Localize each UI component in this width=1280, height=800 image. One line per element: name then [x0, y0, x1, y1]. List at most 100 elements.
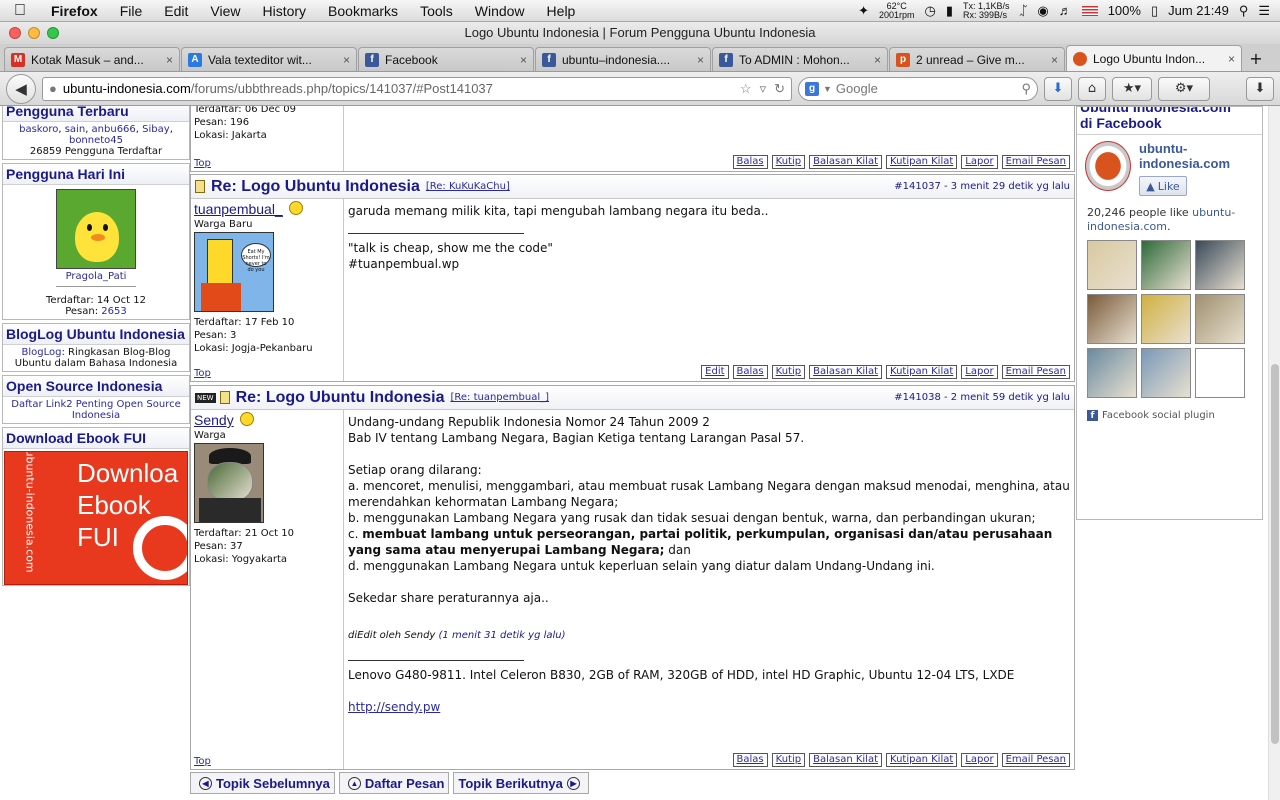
- network-monitor[interactable]: Tx: 1,1KB/s Rx: 399B/s: [963, 1, 1010, 20]
- newest-user-link[interactable]: anbu666: [92, 124, 136, 135]
- report-button[interactable]: Lapor: [961, 753, 998, 767]
- next-topic-button[interactable]: Topik Berikutnya ▶: [453, 772, 589, 794]
- reply-to-link[interactable]: [Re: KuKuKaChu]: [426, 181, 510, 192]
- fan-avatar[interactable]: [1087, 348, 1137, 398]
- fb-page-name[interactable]: ubuntu-indonesia.com: [1139, 141, 1254, 171]
- reload-icon[interactable]: ↻: [774, 81, 785, 97]
- tab-unread[interactable]: p 2 unread – Give m... ×: [889, 47, 1065, 71]
- fan-avatar[interactable]: [1087, 294, 1137, 344]
- menu-window[interactable]: Window: [464, 3, 536, 19]
- menu-app[interactable]: Firefox: [40, 3, 109, 19]
- fan-avatar[interactable]: [1141, 294, 1191, 344]
- quote-button[interactable]: Kutip: [771, 365, 806, 379]
- top-link[interactable]: Top: [194, 158, 211, 169]
- email-post-button[interactable]: Email Pesan: [1001, 753, 1070, 767]
- signature-link[interactable]: http://sendy.pw: [348, 700, 440, 714]
- addon-button[interactable]: ⚙▾: [1158, 76, 1210, 101]
- message-list-button[interactable]: ▲ Daftar Pesan: [338, 772, 450, 794]
- minimize-window-icon[interactable]: [28, 27, 40, 39]
- newest-user-link[interactable]: baskoro: [19, 124, 58, 135]
- fb-like-button[interactable]: ▲ Like: [1139, 176, 1187, 196]
- tab-to-admin[interactable]: f To ADMIN : Mohon... ×: [712, 47, 888, 71]
- close-window-icon[interactable]: [9, 27, 21, 39]
- url-bar[interactable]: ● ubuntu-indonesia.com/forums/ubbthreads…: [42, 76, 792, 101]
- close-tab-icon[interactable]: ×: [520, 53, 527, 67]
- notification-icon[interactable]: ☰: [1258, 3, 1270, 19]
- quick-quote-button[interactable]: Kutipan Kilat: [886, 155, 958, 169]
- close-tab-icon[interactable]: ×: [166, 53, 173, 67]
- fan-avatar[interactable]: [1141, 348, 1191, 398]
- close-tab-icon[interactable]: ×: [1051, 53, 1058, 67]
- top-link[interactable]: Top: [194, 756, 211, 767]
- bookmarks-button[interactable]: ★▾: [1112, 76, 1152, 101]
- close-tab-icon[interactable]: ×: [697, 53, 704, 67]
- reply-button[interactable]: Balas: [732, 155, 768, 169]
- previous-topic-button[interactable]: ◀ Topik Sebelumnya: [190, 772, 335, 794]
- apple-icon[interactable]: : [0, 2, 40, 20]
- quick-quote-button[interactable]: Kutipan Kilat: [886, 753, 958, 767]
- report-button[interactable]: Lapor: [961, 365, 998, 379]
- spotlight-icon[interactable]: ⚲: [1239, 3, 1249, 19]
- post-meta[interactable]: #141037 - 3 menit 29 detik yg lalu: [894, 181, 1070, 192]
- search-bar[interactable]: g ▼ Google ⚲: [798, 76, 1038, 101]
- timemachine-icon[interactable]: ◷: [925, 3, 936, 19]
- zoom-window-icon[interactable]: [47, 27, 59, 39]
- close-tab-icon[interactable]: ×: [874, 53, 881, 67]
- temp-monitor[interactable]: 62°C 2001rpm: [879, 1, 915, 20]
- menu-file[interactable]: File: [109, 3, 154, 19]
- newest-user-link[interactable]: Sibay: [142, 124, 170, 135]
- download-button[interactable]: ⬇: [1044, 76, 1072, 101]
- bookmark-star-icon[interactable]: ☆: [740, 81, 752, 97]
- page-scrollbar[interactable]: [1268, 106, 1280, 800]
- close-tab-icon[interactable]: ×: [1228, 52, 1235, 66]
- email-post-button[interactable]: Email Pesan: [1001, 155, 1070, 169]
- tab-logo-ubuntu[interactable]: Logo Ubuntu Indon... ×: [1066, 45, 1242, 71]
- reply-button[interactable]: Balas: [732, 365, 768, 379]
- scrollbar-thumb[interactable]: [1271, 364, 1279, 744]
- today-user-link[interactable]: Pragola_Pati: [66, 271, 127, 282]
- new-tab-icon[interactable]: +: [1243, 47, 1269, 71]
- panel-button[interactable]: ⬇: [1246, 76, 1274, 101]
- menu-history[interactable]: History: [251, 3, 317, 19]
- quick-reply-button[interactable]: Balasan Kilat: [809, 155, 883, 169]
- search-icon[interactable]: ⚲: [1021, 81, 1031, 97]
- fan-avatar[interactable]: [1141, 240, 1191, 290]
- edit-button[interactable]: Edit: [701, 365, 729, 379]
- search-input[interactable]: Google: [836, 81, 878, 96]
- post-author[interactable]: tuanpembual_: [194, 201, 283, 217]
- fan-avatar[interactable]: [1087, 240, 1137, 290]
- menu-edit[interactable]: Edit: [153, 3, 199, 19]
- tab-ubuntu-indonesia-fb[interactable]: f ubuntu–indonesia.... ×: [535, 47, 711, 71]
- newest-user-link[interactable]: sain: [65, 124, 85, 135]
- menu-help[interactable]: Help: [536, 3, 587, 19]
- close-tab-icon[interactable]: ×: [343, 53, 350, 67]
- home-button[interactable]: ⌂: [1078, 76, 1106, 101]
- duck-avatar[interactable]: [56, 189, 136, 269]
- ubuntu-indonesia-logo[interactable]: [1085, 141, 1131, 191]
- flag-icon[interactable]: [1081, 5, 1098, 16]
- menu-tools[interactable]: Tools: [409, 3, 464, 19]
- quick-reply-button[interactable]: Balasan Kilat: [809, 365, 883, 379]
- opensource-link[interactable]: Daftar Link2 Penting Open Source Indones…: [11, 399, 181, 421]
- dropdown-icon[interactable]: ▿: [760, 81, 767, 97]
- wifi-icon[interactable]: ◉: [1037, 3, 1048, 19]
- quick-reply-button[interactable]: Balasan Kilat: [809, 753, 883, 767]
- search-engine-dropdown-icon[interactable]: ▼: [823, 84, 832, 94]
- top-link[interactable]: Top: [194, 368, 211, 379]
- volume-icon[interactable]: ♬: [1059, 3, 1072, 18]
- quote-button[interactable]: Kutip: [771, 155, 806, 169]
- fan-avatar[interactable]: [1195, 294, 1245, 344]
- quote-button[interactable]: Kutip: [771, 753, 806, 767]
- newest-user-link[interactable]: bonneto45: [69, 135, 123, 146]
- ebook-banner[interactable]: ubuntu-indonesia.com Downloa Ebook FUI: [4, 451, 188, 585]
- battery-icon[interactable]: ▯: [1151, 3, 1158, 19]
- tab-facebook[interactable]: f Facebook ×: [358, 47, 534, 71]
- fan-avatar[interactable]: [1195, 240, 1245, 290]
- back-button[interactable]: ◀: [6, 73, 36, 104]
- fb-social-plugin[interactable]: f Facebook social plugin: [1077, 400, 1262, 431]
- reply-button[interactable]: Balas: [732, 753, 768, 767]
- post-title[interactable]: Re: Logo Ubuntu Indonesia: [211, 178, 420, 196]
- bluetooth-icon[interactable]: ᛢ: [1020, 3, 1028, 18]
- menu-view[interactable]: View: [199, 3, 251, 19]
- post-author[interactable]: Sendy: [194, 412, 234, 428]
